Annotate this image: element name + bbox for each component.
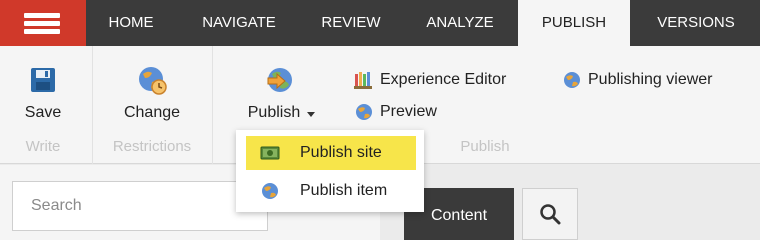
globe-icon xyxy=(356,104,372,120)
hamburger-menu-icon[interactable] xyxy=(0,0,86,46)
globe-clock-icon xyxy=(139,67,167,95)
change-button[interactable]: Change xyxy=(100,46,204,134)
tab-analyze[interactable]: ANALYZE xyxy=(408,0,512,46)
experience-editor-label: Experience Editor xyxy=(380,71,507,88)
publish-item-menu-item[interactable]: Publish item xyxy=(246,174,416,208)
publish-site-label: Publish site xyxy=(300,144,382,161)
publish-dropdown-button[interactable]: Publish xyxy=(232,46,328,134)
group-label-restrictions: Restrictions xyxy=(112,138,192,155)
ribbon-tab-bar: HOME NAVIGATE REVIEW ANALYZE PUBLISH VER… xyxy=(0,0,760,46)
tab-versions[interactable]: VERSIONS xyxy=(636,0,756,46)
publish-item-label: Publish item xyxy=(300,182,388,199)
group-label-publish: Publish xyxy=(460,138,510,155)
chevron-down-icon xyxy=(307,112,315,117)
preview-label: Preview xyxy=(380,103,437,120)
floppy-disk-icon xyxy=(31,68,55,92)
change-label: Change xyxy=(123,104,181,121)
publishing-viewer-label: Publishing viewer xyxy=(588,71,713,88)
save-label: Save xyxy=(24,104,62,121)
publish-dropdown-menu: Publish site Publish item xyxy=(236,130,424,212)
tab-home[interactable]: HOME xyxy=(90,0,172,46)
money-icon xyxy=(260,146,280,160)
tab-review[interactable]: REVIEW xyxy=(306,0,396,46)
search-button[interactable] xyxy=(522,188,578,240)
save-button[interactable]: Save xyxy=(8,46,78,134)
publish-site-menu-item[interactable]: Publish site xyxy=(246,136,416,170)
group-label-write: Write xyxy=(25,138,61,155)
tab-navigate[interactable]: NAVIGATE xyxy=(184,0,294,46)
tab-publish[interactable]: PUBLISH xyxy=(518,0,630,46)
pencils-icon xyxy=(354,72,372,89)
globe-arrow-icon xyxy=(267,68,292,92)
globe-icon xyxy=(564,72,580,88)
search-input[interactable] xyxy=(12,181,268,231)
group-divider xyxy=(212,46,213,164)
magnifier-icon xyxy=(540,204,561,225)
group-divider xyxy=(92,46,93,164)
globe-icon xyxy=(262,183,278,199)
